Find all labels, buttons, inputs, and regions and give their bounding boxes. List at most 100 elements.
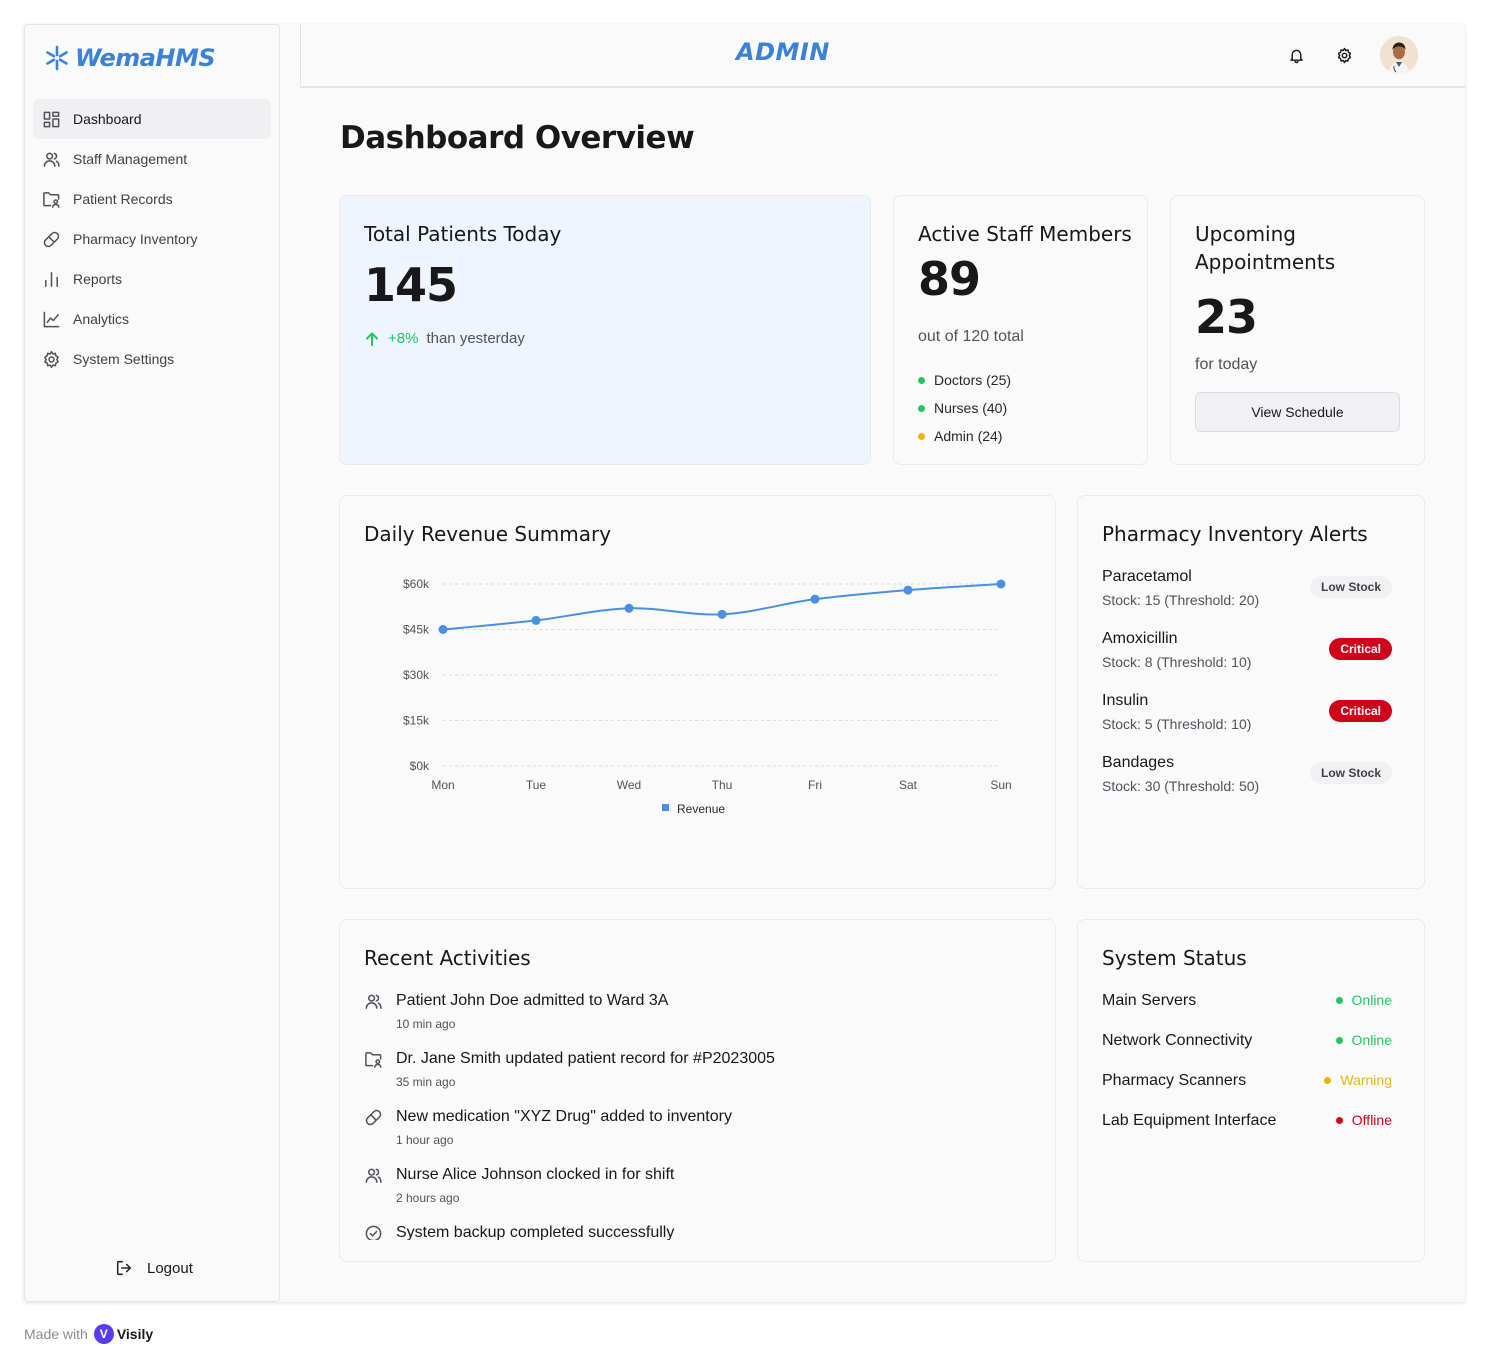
system-status-card: System Status Main Servers Online Networ…	[1077, 919, 1425, 1262]
x-tick-label: Sun	[990, 778, 1011, 792]
settings-button[interactable]	[1333, 44, 1355, 66]
revenue-card: Daily Revenue Summary $0k $15k $30k $45k $60…	[339, 495, 1056, 889]
status-label: Online	[1351, 992, 1392, 1008]
x-tick-label: Fri	[808, 778, 822, 792]
logout-label: Logout	[147, 1259, 193, 1277]
system-name: Main Servers	[1102, 992, 1197, 1009]
system-status: Offline	[1335, 1112, 1392, 1128]
activity-time: 1 hour ago	[396, 1133, 454, 1147]
pill-icon	[43, 231, 60, 247]
pill-icon	[365, 1109, 382, 1126]
card-title: Recent Activities	[364, 946, 531, 970]
inventory-alert-item[interactable]: Bandages Stock: 30 (Threshold: 50) Low S…	[1102, 754, 1392, 816]
revenue-data-point	[810, 594, 820, 604]
y-tick-label: $60k	[403, 577, 430, 591]
revenue-series-line	[442, 583, 1002, 631]
sidebar-item-reports[interactable]: Reports	[33, 259, 271, 299]
status-dot	[918, 404, 925, 412]
staff-breakdown-list: Doctors (25) Nurses (40) Admin (24)	[918, 366, 1011, 450]
inventory-alerts-card: Pharmacy Inventory Alerts Paracetamol St…	[1077, 495, 1425, 889]
revenue-data-point	[531, 615, 541, 625]
inventory-alert-item[interactable]: Amoxicillin Stock: 8 (Threshold: 10) Cri…	[1102, 630, 1392, 692]
sidebar-item-label: Patient Records	[73, 191, 173, 207]
inventory-alert-item[interactable]: Paracetamol Stock: 15 (Threshold: 20) Lo…	[1102, 568, 1392, 630]
system-name: Lab Equipment Interface	[1102, 1112, 1277, 1129]
status-label: Online	[1351, 1032, 1392, 1048]
y-tick-label: $45k	[403, 623, 430, 637]
bell-icon	[1289, 49, 1303, 63]
medication-name: Amoxicillin	[1102, 630, 1178, 647]
activity-item: New medication "XYZ Drug" added to inven…	[364, 1106, 1024, 1164]
card-title: Upcoming Appointments	[1195, 220, 1335, 276]
system-status-item: Lab Equipment Interface Offline	[1102, 1110, 1392, 1150]
sidebar-item-patient-records[interactable]: Patient Records	[33, 179, 271, 219]
sidebar-item-analytics[interactable]: Analytics	[33, 299, 271, 339]
medication-name: Insulin	[1102, 692, 1149, 709]
system-name: Pharmacy Scanners	[1102, 1072, 1247, 1089]
patients-trend: +8% than yesterday	[364, 330, 525, 347]
staff-breakdown-item: Nurses (40)	[918, 394, 1011, 422]
card-title: Total Patients Today	[364, 222, 562, 246]
gear-icon	[44, 350, 59, 368]
activity-item: System backup completed successfully	[364, 1222, 1024, 1240]
arrow-up-icon	[366, 332, 378, 346]
activity-text: Dr. Jane Smith updated patient record fo…	[396, 1050, 775, 1067]
role-title: ADMIN	[736, 38, 830, 66]
system-status: Online	[1335, 992, 1392, 1008]
brand-logo[interactable]: WemaHMS	[43, 41, 216, 75]
check-circle-icon	[365, 1225, 382, 1240]
sidebar-item-label: System Settings	[73, 351, 175, 367]
status-badge: Low Stock	[1309, 762, 1392, 784]
page-title: Dashboard Overview	[340, 120, 695, 156]
avatar-portrait-icon	[1380, 36, 1418, 74]
status-dot	[918, 376, 925, 384]
sidebar-item-dashboard[interactable]: Dashboard	[33, 99, 271, 139]
status-dot	[1335, 1036, 1343, 1044]
card-title: System Status	[1102, 946, 1247, 970]
trend-percentage: +8%	[388, 330, 419, 347]
staff-breakdown-label: Admin (24)	[934, 428, 1003, 444]
x-tick-label: Tue	[526, 778, 547, 792]
visily-logo-icon: V	[93, 1324, 114, 1344]
system-status-item: Main Servers Online	[1102, 990, 1392, 1030]
inventory-alert-list: Paracetamol Stock: 15 (Threshold: 20) Lo…	[1102, 568, 1392, 816]
staff-breakdown-item: Doctors (25)	[918, 366, 1011, 394]
made-with-credit[interactable]: Made with V Visily	[24, 1324, 153, 1344]
status-label: Warning	[1340, 1072, 1392, 1088]
sidebar-item-system-settings[interactable]: System Settings	[33, 339, 271, 379]
users-icon	[365, 994, 382, 1009]
logout-button[interactable]: Logout	[115, 1259, 193, 1277]
active-staff-card: Active Staff Members 89 out of 120 total…	[893, 195, 1148, 465]
sidebar-item-label: Dashboard	[73, 111, 142, 127]
revenue-data-point	[996, 579, 1006, 589]
status-dot	[1324, 1076, 1332, 1084]
revenue-data-point	[624, 603, 634, 613]
activity-time: 35 min ago	[396, 1075, 456, 1089]
medication-stock: Stock: 8 (Threshold: 10)	[1102, 654, 1252, 670]
users-icon	[365, 1168, 382, 1183]
staff-breakdown-item: Admin (24)	[918, 422, 1011, 450]
grid-icon	[43, 111, 60, 127]
y-tick-label: $0k	[410, 759, 430, 773]
made-with-text: Made with	[24, 1326, 88, 1342]
revenue-data-point	[438, 625, 448, 634]
activity-list[interactable]: Patient John Doe admitted to Ward 3A 10 …	[364, 990, 1024, 1240]
sidebar-item-pharmacy-inventory[interactable]: Pharmacy Inventory	[33, 219, 271, 259]
active-staff-value: 89	[918, 252, 981, 306]
asterisk-logo-icon	[46, 45, 68, 71]
total-patients-card: Total Patients Today 145 +8% than yester…	[339, 195, 871, 465]
x-tick-label: Sat	[899, 778, 918, 792]
sidebar-item-label: Staff Management	[73, 151, 188, 167]
activity-item: Nurse Alice Johnson clocked in for shift…	[364, 1164, 1024, 1222]
notifications-button[interactable]	[1285, 44, 1307, 66]
activity-text: Nurse Alice Johnson clocked in for shift	[396, 1166, 675, 1183]
system-status-list: Main Servers Online Network Connectivity…	[1102, 990, 1392, 1150]
inventory-alert-item[interactable]: Insulin Stock: 5 (Threshold: 10) Critica…	[1102, 692, 1392, 754]
activity-item: Dr. Jane Smith updated patient record fo…	[364, 1048, 1024, 1106]
status-dot	[1335, 1116, 1343, 1124]
user-avatar[interactable]	[1380, 36, 1418, 74]
card-title-line: Upcoming	[1195, 222, 1296, 246]
sidebar-item-staff-management[interactable]: Staff Management	[33, 139, 271, 179]
sidebar-item-label: Pharmacy Inventory	[73, 231, 198, 247]
view-schedule-button[interactable]: View Schedule	[1195, 392, 1400, 432]
